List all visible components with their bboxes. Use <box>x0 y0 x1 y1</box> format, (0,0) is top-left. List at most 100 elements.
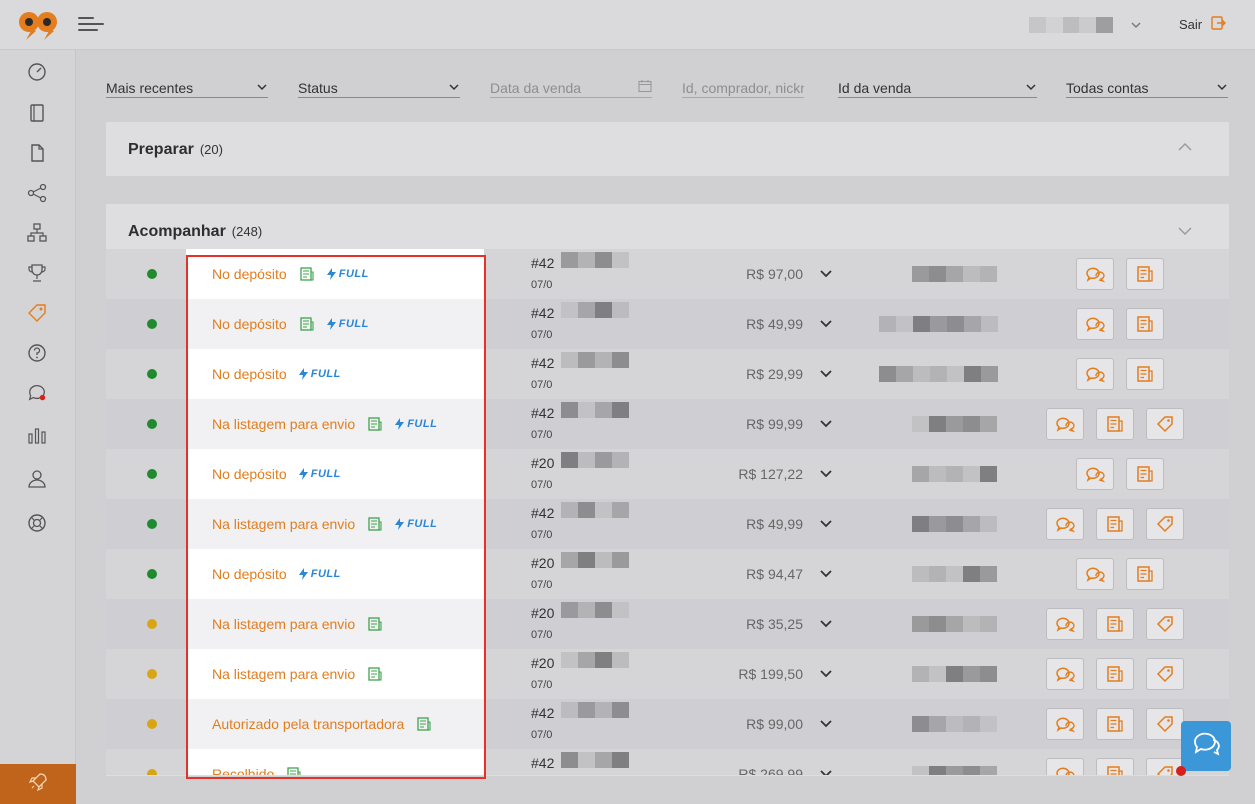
dashboard-icon[interactable] <box>27 62 47 82</box>
tag-action-button[interactable] <box>1146 708 1184 740</box>
order-id[interactable]: #20 <box>531 455 554 471</box>
invoice-action-button[interactable] <box>1126 358 1164 390</box>
order-id[interactable]: #42 <box>531 505 554 521</box>
chat-action-button[interactable] <box>1046 758 1084 775</box>
sort-select[interactable]: Mais recentes <box>106 78 268 98</box>
status-select[interactable]: Status <box>298 78 460 98</box>
order-row[interactable]: No depósito FULL #42 07/0 R$ 49,99 <box>106 299 1229 349</box>
order-row[interactable]: Na listagem para envio FULL #42 07/0 R$ 49,9… <box>106 499 1229 549</box>
order-row[interactable]: No depósito FULL #42 07/0 R$ 29,99 <box>106 349 1229 399</box>
order-row[interactable]: Na listagem para envio FULL #42 07/0 R$ 99,9… <box>106 399 1229 449</box>
chat-action-button[interactable] <box>1076 458 1114 490</box>
prepare-panel-header[interactable]: Preparar (20) <box>128 141 223 159</box>
follow-panel-header[interactable]: Acompanhar (248) <box>128 223 262 241</box>
chevron-down-icon[interactable] <box>1130 18 1142 36</box>
order-row[interactable]: No depósito FULL #20 07/0 R$ 94,47 <box>106 549 1229 599</box>
chevron-down-icon[interactable] <box>818 515 834 536</box>
accounts-select[interactable]: Todas contas <box>1066 78 1228 98</box>
order-id[interactable]: #42 <box>531 255 554 271</box>
order-id[interactable]: #20 <box>531 605 554 621</box>
shipment-status-label[interactable]: No depósito <box>212 566 287 582</box>
invoice-action-button[interactable] <box>1096 708 1134 740</box>
order-row[interactable]: Na listagem para envio #20 07/0 R$ 199,50 <box>106 649 1229 699</box>
invoice-action-button[interactable] <box>1096 408 1134 440</box>
order-id[interactable]: #20 <box>531 655 554 671</box>
chat-action-button[interactable] <box>1046 508 1084 540</box>
chat-action-button[interactable] <box>1046 408 1084 440</box>
chat-action-button[interactable] <box>1046 608 1084 640</box>
shipment-status-label[interactable]: No depósito <box>212 366 287 382</box>
chevron-down-icon[interactable] <box>818 765 834 775</box>
chevron-down-icon[interactable] <box>818 415 834 436</box>
logout-button[interactable]: Sair <box>1179 15 1227 34</box>
order-id[interactable]: #42 <box>531 705 554 721</box>
id-type-select[interactable]: Id da venda <box>838 78 1037 98</box>
logo[interactable] <box>18 9 58 46</box>
sale-date-field[interactable] <box>490 78 652 98</box>
invoice-action-button[interactable] <box>1096 508 1134 540</box>
invoice-action-button[interactable] <box>1126 308 1164 340</box>
share-icon[interactable] <box>27 183 47 203</box>
tag-action-button[interactable] <box>1146 408 1184 440</box>
calendar-icon[interactable] <box>638 79 652 96</box>
order-row[interactable]: Na listagem para envio #20 07/0 R$ 35,25 <box>106 599 1229 649</box>
prepare-panel[interactable]: Preparar (20) <box>106 122 1229 176</box>
order-id[interactable]: #42 <box>531 405 554 421</box>
order-id[interactable]: #42 <box>531 355 554 371</box>
order-row[interactable]: No depósito FULL #42 07/0 R$ 97,00 <box>106 249 1229 299</box>
chevron-down-icon[interactable] <box>818 565 834 586</box>
chat-action-button[interactable] <box>1076 558 1114 590</box>
chevron-down-icon[interactable] <box>818 665 834 686</box>
document-icon[interactable] <box>27 143 47 163</box>
sale-date-input[interactable] <box>490 79 638 96</box>
invoice-action-button[interactable] <box>1096 658 1134 690</box>
chevron-down-icon[interactable] <box>818 315 834 336</box>
chat-icon[interactable] <box>27 383 47 403</box>
chevron-down-icon[interactable] <box>818 265 834 286</box>
invoice-action-button[interactable] <box>1096 758 1134 775</box>
tag-action-button[interactable] <box>1146 608 1184 640</box>
search-input[interactable] <box>682 79 804 96</box>
search-field[interactable] <box>682 78 804 98</box>
order-id[interactable]: #42 <box>531 755 554 771</box>
invoice-action-button[interactable] <box>1126 558 1164 590</box>
shipment-status-label[interactable]: No depósito <box>212 316 287 332</box>
shipment-status-label[interactable]: No depósito <box>212 466 287 482</box>
trophy-icon[interactable] <box>27 263 47 283</box>
chevron-up-icon[interactable] <box>1177 140 1193 158</box>
users-icon[interactable] <box>27 469 47 489</box>
shipment-status-label[interactable]: Na listagem para envio <box>212 666 355 682</box>
rocket-button[interactable] <box>0 764 76 804</box>
bar-chart-icon[interactable] <box>27 425 47 445</box>
invoice-action-button[interactable] <box>1096 608 1134 640</box>
chat-widget-button[interactable] <box>1181 721 1231 771</box>
book-icon[interactable] <box>27 103 47 123</box>
chat-action-button[interactable] <box>1046 708 1084 740</box>
order-row[interactable]: Autorizado pela transportadora #42 07/0 R$ … <box>106 699 1229 749</box>
order-row[interactable]: Recolhido#4207/0R$ 269,99 <box>106 749 1229 775</box>
invoice-action-button[interactable] <box>1126 458 1164 490</box>
chevron-down-icon[interactable] <box>818 465 834 486</box>
chat-action-button[interactable] <box>1076 308 1114 340</box>
user-account-blurred[interactable] <box>1029 17 1113 33</box>
shipment-status-label[interactable]: Autorizado pela transportadora <box>212 716 404 732</box>
chevron-down-icon[interactable] <box>1177 224 1193 242</box>
tag-icon[interactable] <box>27 303 47 323</box>
chat-action-button[interactable] <box>1076 358 1114 390</box>
order-id[interactable]: #20 <box>531 555 554 571</box>
chevron-down-icon[interactable] <box>818 715 834 736</box>
chevron-down-icon[interactable] <box>818 365 834 386</box>
chevron-down-icon[interactable] <box>818 615 834 636</box>
chat-action-button[interactable] <box>1046 658 1084 690</box>
shipment-status-label[interactable]: Na listagem para envio <box>212 616 355 632</box>
chat-action-button[interactable] <box>1076 258 1114 290</box>
tag-action-button[interactable] <box>1146 508 1184 540</box>
shipment-status-label[interactable]: No depósito <box>212 266 287 282</box>
order-id[interactable]: #42 <box>531 305 554 321</box>
order-row[interactable]: No depósito FULL #20 07/0 R$ 127,22 <box>106 449 1229 499</box>
shipment-status-label[interactable]: Recolhido <box>212 766 274 775</box>
tag-action-button[interactable] <box>1146 658 1184 690</box>
menu-toggle-button[interactable] <box>78 14 106 34</box>
shipment-status-label[interactable]: Na listagem para envio <box>212 516 355 532</box>
shipment-status-label[interactable]: Na listagem para envio <box>212 416 355 432</box>
